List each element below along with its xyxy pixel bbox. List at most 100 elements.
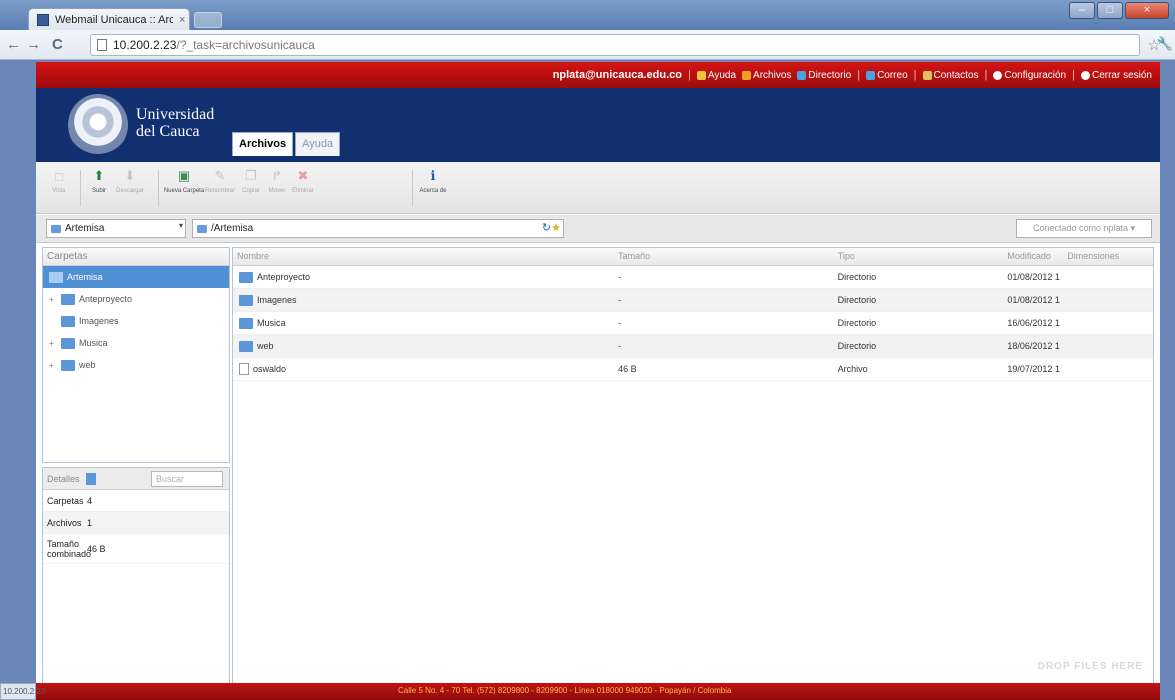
tab-detalles[interactable]: Detalles bbox=[47, 474, 80, 484]
tree-item-artemisa[interactable]: Artemisa bbox=[43, 266, 229, 288]
column-header-type[interactable]: Tipo bbox=[834, 248, 984, 265]
source-select-value: Artemisa bbox=[65, 223, 105, 234]
move-button[interactable]: ↱ Mover bbox=[264, 168, 290, 208]
detail-value: 1 bbox=[87, 517, 93, 528]
university-name: Universidad del Cauca bbox=[136, 106, 214, 140]
folder-icon bbox=[239, 317, 253, 329]
detail-value: 46 B bbox=[87, 543, 106, 554]
expand-icon[interactable]: + bbox=[49, 339, 57, 348]
download-button[interactable]: ⬇ Descargar bbox=[112, 168, 148, 208]
status-url: 10.200.2.23 bbox=[3, 687, 46, 696]
top-nav-bar: nplata@unicauca.edu.co | Ayuda Archivos … bbox=[36, 62, 1160, 88]
delete-button[interactable]: ✖ Eliminar bbox=[290, 168, 316, 208]
nav-configuracion-label: Configuración bbox=[1004, 69, 1067, 81]
address-bar[interactable]: 10.200.2.23/?_task=archivosunicauca bbox=[90, 34, 1140, 56]
file-modified: 18/06/2012 1 bbox=[1007, 341, 1060, 351]
browser-tab[interactable]: Webmail Unicauca :: Archi × bbox=[28, 8, 190, 30]
back-icon[interactable]: ← bbox=[6, 36, 21, 53]
toolbar-divider bbox=[80, 170, 81, 206]
file-size: - bbox=[618, 272, 622, 282]
table-row[interactable]: oswaldo 46 B Archivo 19/07/2012 1 bbox=[233, 358, 1153, 381]
nav-ayuda[interactable]: Ayuda bbox=[696, 70, 736, 81]
file-name: oswaldo bbox=[253, 364, 287, 374]
new-folder-button[interactable]: ▣ Nueva Carpeta bbox=[164, 168, 204, 208]
move-icon: ↱ bbox=[271, 168, 283, 183]
view-button[interactable]: □ Vista bbox=[46, 168, 72, 208]
nav-cerrar-sesion[interactable]: Cerrar sesión bbox=[1080, 70, 1152, 81]
about-button[interactable]: ℹ Acerca de bbox=[419, 168, 447, 208]
close-icon[interactable]: × bbox=[179, 14, 185, 26]
detail-row-tamano: Tamaño combinado 46 B bbox=[43, 534, 229, 564]
forward-icon[interactable]: → bbox=[26, 36, 41, 53]
file-modified: 16/06/2012 1 bbox=[1007, 318, 1060, 328]
detail-key: Carpetas bbox=[47, 495, 84, 506]
window-close-button[interactable]: × bbox=[1125, 2, 1169, 19]
webmail-page: nplata@unicauca.edu.co | Ayuda Archivos … bbox=[36, 62, 1160, 690]
folder-up-icon[interactable] bbox=[197, 224, 207, 233]
drop-files-hint[interactable]: DROP FILES HERE bbox=[1038, 661, 1143, 672]
file-size: - bbox=[618, 341, 622, 351]
tab-archivos[interactable]: Archivos bbox=[232, 132, 294, 156]
file-size: 46 B bbox=[618, 364, 637, 374]
tree-item-imagenes[interactable]: Imagenes bbox=[43, 310, 229, 332]
copy-button[interactable]: ❐ Copiar bbox=[238, 168, 264, 208]
detail-row-carpetas: Carpetas 4 bbox=[43, 490, 229, 512]
refresh-bookmark-icons[interactable]: ↻★ bbox=[542, 221, 561, 234]
table-row[interactable]: Musica - Directorio 16/06/2012 1 bbox=[233, 312, 1153, 335]
table-row[interactable]: Anteproyecto - Directorio 01/08/2012 1 bbox=[233, 266, 1153, 289]
new-folder-icon: ▣ bbox=[177, 168, 191, 183]
rename-button[interactable]: ✎ Renombrar bbox=[202, 168, 238, 208]
refresh-icon[interactable]: ↻ bbox=[542, 222, 551, 234]
details-panel: Detalles Buscar Carpetas 4 Archivos 1 Ta… bbox=[42, 467, 230, 685]
details-search-input[interactable]: Buscar bbox=[151, 470, 223, 487]
rename-label: Renombrar bbox=[204, 188, 235, 194]
url-text: 10.200.2.23/?_task=archivosunicauca bbox=[113, 38, 315, 52]
file-size: - bbox=[618, 295, 622, 305]
upload-label: Subir bbox=[91, 188, 106, 194]
info-icon: ℹ bbox=[430, 168, 436, 183]
column-header-size[interactable]: Tamaño bbox=[614, 248, 834, 265]
column-header-modified[interactable]: Modificado bbox=[983, 248, 1063, 265]
source-select[interactable]: Artemisa ▾ bbox=[46, 219, 186, 238]
maximize-button[interactable]: □ bbox=[1097, 2, 1123, 19]
folder-tree-panel: Carpetas Artemisa + Anteproyecto Imagene… bbox=[42, 247, 230, 463]
tree-item-musica[interactable]: + Musica bbox=[43, 332, 229, 354]
chevron-down-icon[interactable]: ▾ bbox=[179, 221, 183, 230]
action-group-about: ℹ Acerca de bbox=[419, 168, 447, 208]
tab-ayuda[interactable]: Ayuda bbox=[295, 132, 341, 156]
connected-as-menu[interactable]: Conectado como nplata ▾ bbox=[1016, 219, 1152, 238]
nav-archivos[interactable]: Archivos bbox=[742, 70, 791, 81]
column-header-name[interactable]: Nombre bbox=[233, 248, 614, 265]
upload-icon: ⬆ bbox=[93, 168, 105, 183]
table-row[interactable]: web - Directorio 18/06/2012 1 bbox=[233, 335, 1153, 358]
help-icon bbox=[696, 70, 706, 80]
column-header-dimensions[interactable]: Dimensiones bbox=[1063, 248, 1153, 265]
minimize-button[interactable]: – bbox=[1069, 2, 1095, 19]
upload-button[interactable]: ⬆ Subir bbox=[86, 168, 112, 208]
nav-separator: | bbox=[857, 69, 861, 81]
expand-icon[interactable]: + bbox=[49, 361, 57, 370]
new-tab-button[interactable] bbox=[194, 12, 222, 28]
file-name-cell: oswaldo bbox=[233, 363, 614, 375]
tab-title: Webmail Unicauca :: Archi bbox=[55, 13, 173, 26]
table-row[interactable]: Imagenes - Directorio 01/08/2012 1 bbox=[233, 289, 1153, 312]
expand-icon[interactable]: + bbox=[49, 295, 57, 304]
reload-icon[interactable]: C bbox=[52, 36, 63, 53]
university-seal-logo bbox=[68, 94, 128, 156]
url-path: /?_task=archivosunicauca bbox=[176, 38, 315, 52]
nav-contactos[interactable]: Contactos bbox=[922, 69, 979, 81]
nav-directorio[interactable]: Directorio bbox=[797, 70, 851, 81]
path-input[interactable]: /Artemisa ↻★ bbox=[192, 219, 564, 238]
nav-contactos-label: Contactos bbox=[933, 69, 979, 81]
tree-item-web[interactable]: + web bbox=[43, 354, 229, 376]
about-label: Acerca de bbox=[419, 188, 447, 194]
search-icon[interactable] bbox=[85, 472, 96, 485]
favorite-icon[interactable]: ★ bbox=[551, 222, 561, 234]
file-type: Directorio bbox=[837, 341, 877, 351]
folder-icon bbox=[61, 293, 75, 305]
nav-configuracion[interactable]: Configuración bbox=[993, 70, 1066, 81]
folder-icon bbox=[742, 70, 752, 80]
tree-item-anteproyecto[interactable]: + Anteproyecto bbox=[43, 288, 229, 310]
nav-correo[interactable]: Correo bbox=[866, 70, 908, 81]
wrench-icon[interactable]: 🔧 bbox=[1157, 36, 1173, 52]
